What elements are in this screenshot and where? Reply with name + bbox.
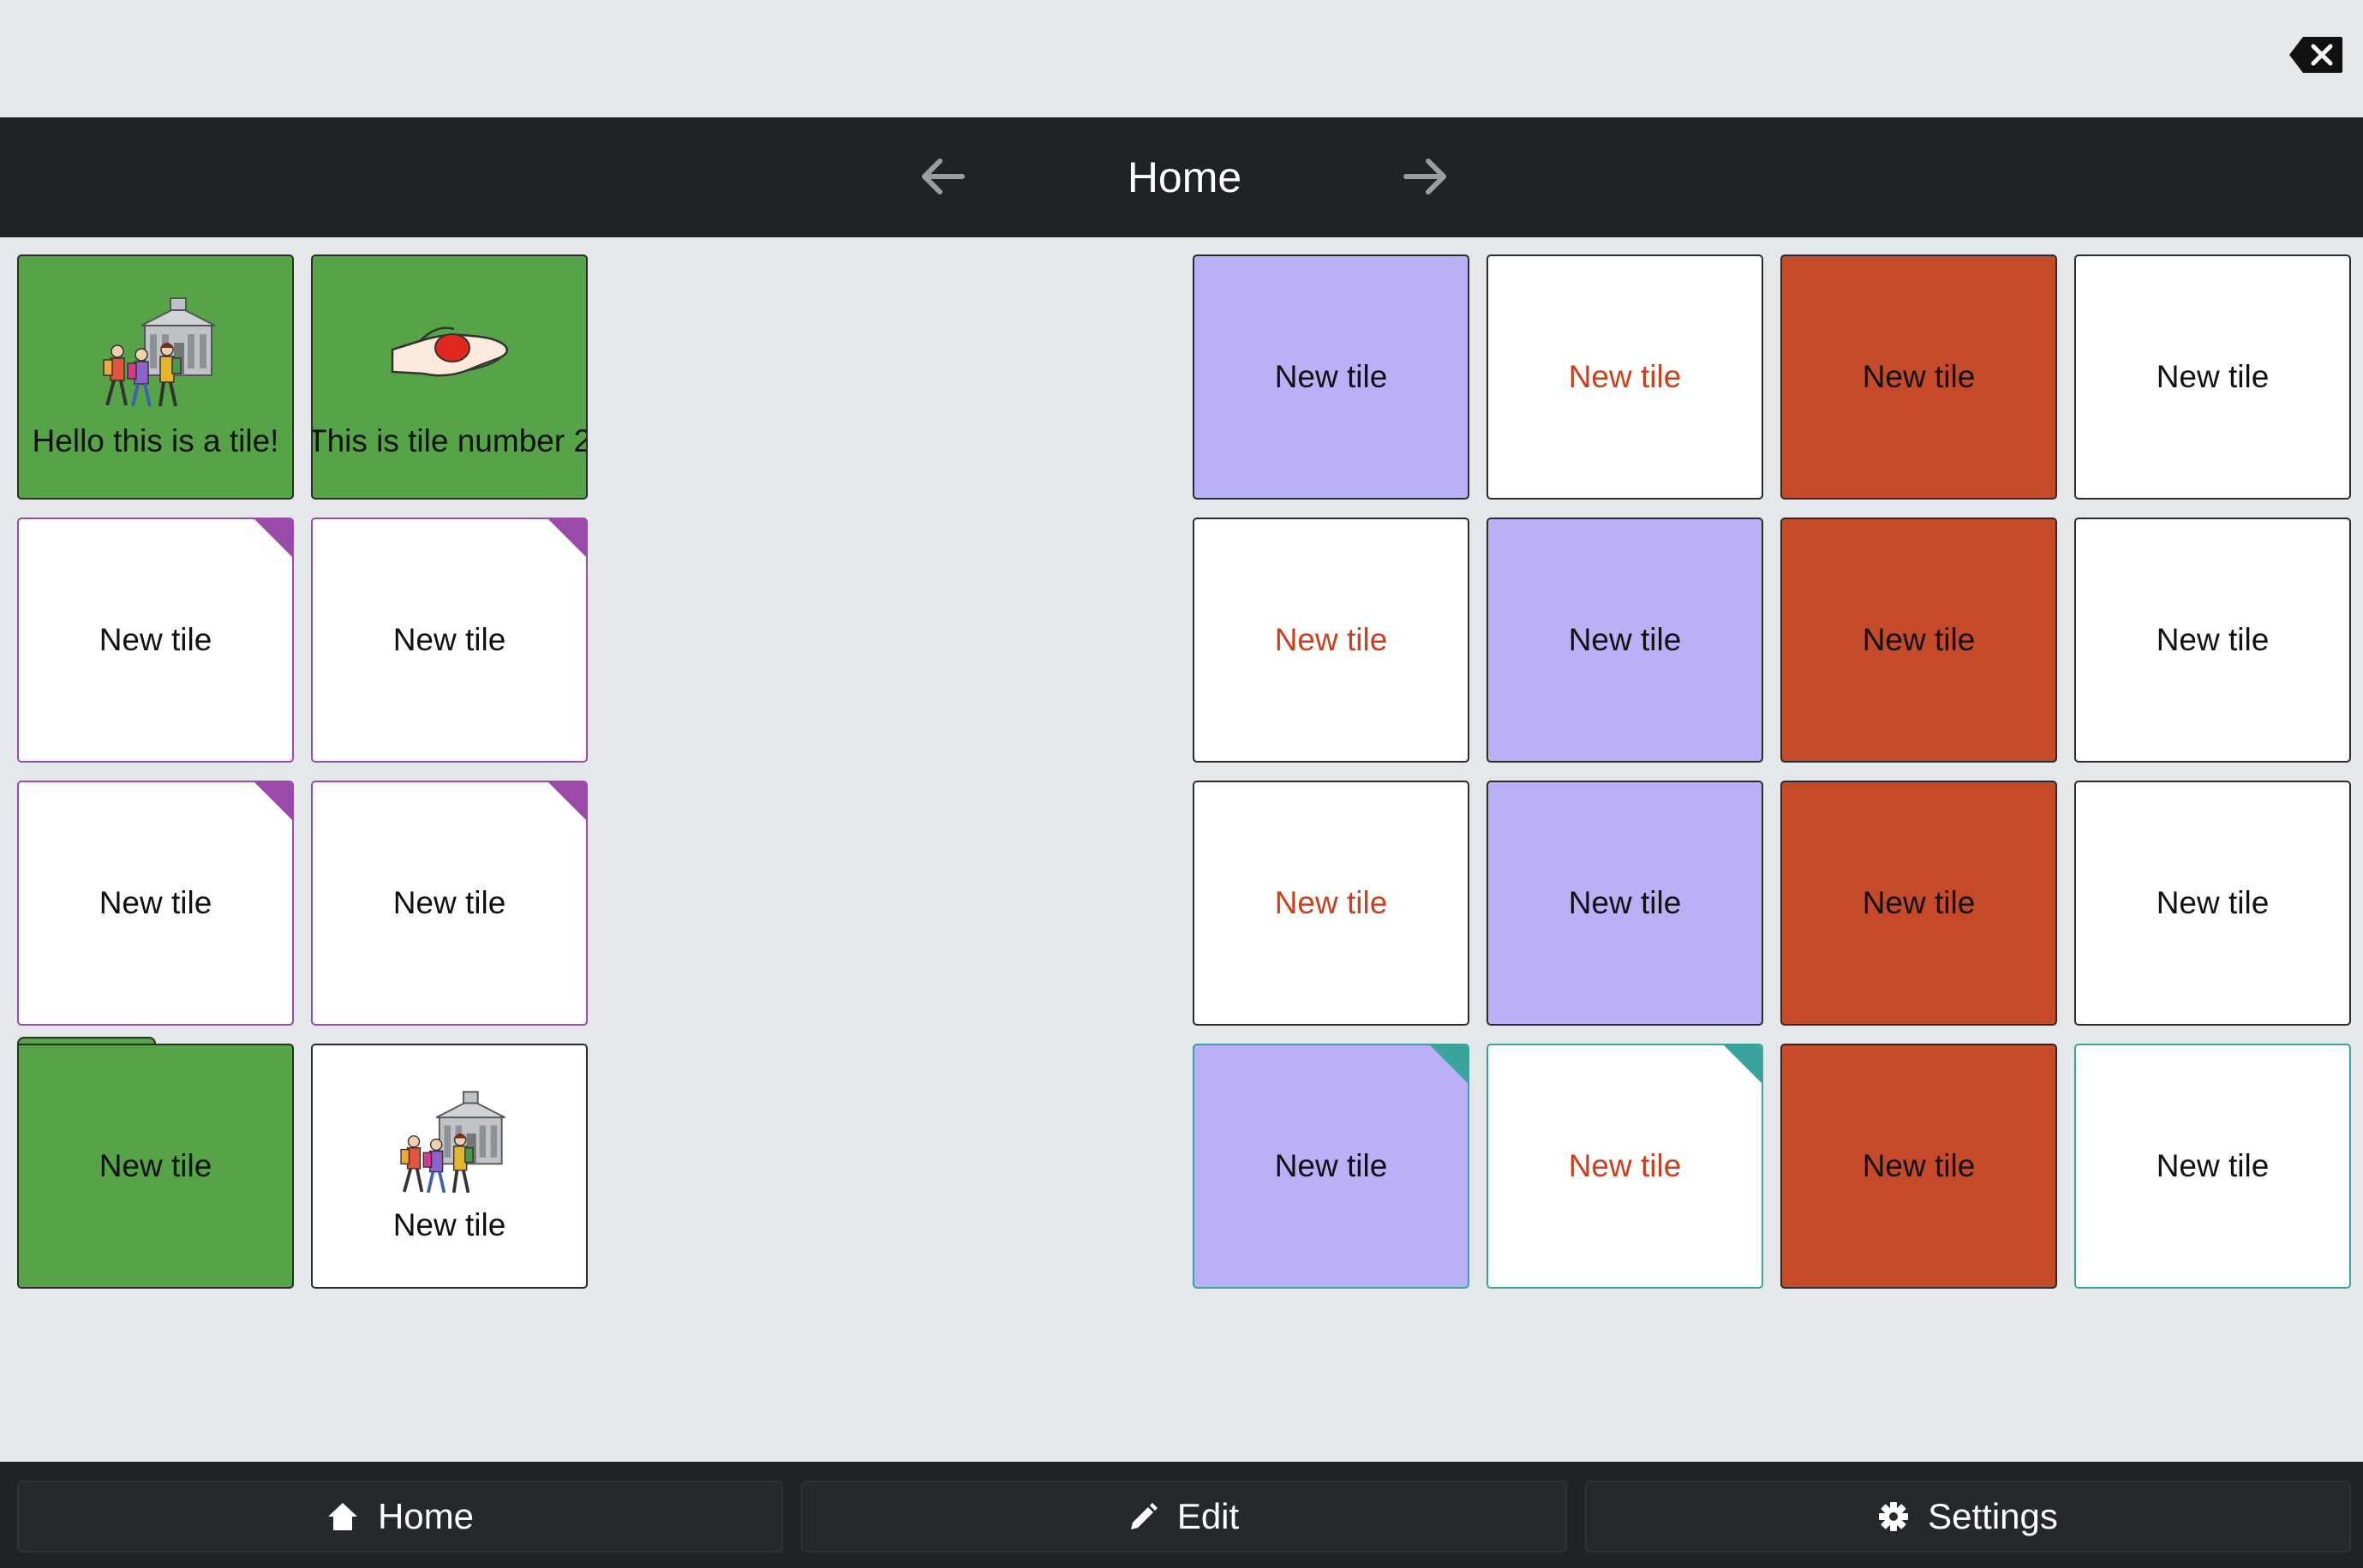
hand-giving-picture [391,326,508,377]
home-button-label: Home [377,1496,475,1536]
tile-label: Hello this is a tile! [32,423,279,458]
tile-right-14[interactable]: New tile [1487,1044,1763,1289]
tile-label: New tile [2156,1148,2270,1183]
tile-right-5[interactable]: New tile [1193,518,1469,763]
tile-corner-marker [1430,1045,1468,1083]
settings-button-label: Settings [1928,1496,2058,1536]
tile-label: New tile [392,1207,506,1242]
home-icon [327,1503,357,1530]
arrow-right-icon [1403,159,1446,195]
edit-button-label: Edit [1176,1496,1240,1536]
tile-label: New tile [1862,1148,1976,1183]
edit-button[interactable]: Edit [801,1481,1567,1553]
page-title: Home [1127,153,1242,201]
students-school-picture [101,296,217,408]
previous-page-button[interactable] [908,142,977,211]
tile-left-6[interactable]: New tile [311,781,588,1026]
tile-label: New tile [2156,885,2270,920]
tile-corner-marker [1724,1045,1762,1083]
tile-label: New tile [1568,885,1682,920]
tile-label: New tile [2156,359,2270,394]
students-school-picture [398,1090,506,1194]
tile-label: New tile [99,622,212,657]
tile-right-6[interactable]: New tile [1487,518,1763,763]
tile-right-12[interactable]: New tile [2074,781,2351,1026]
tile-label: This is tile number 2 [311,423,588,458]
tile-right-4[interactable]: New tile [2074,254,2351,500]
tile-right-16[interactable]: New tile [2074,1044,2351,1289]
tile-right-3[interactable]: New tile [1780,254,2057,500]
tile-label: New tile [2156,622,2270,657]
backspace-button[interactable] [2286,34,2346,75]
tile-left-8[interactable]: New tile [311,1044,588,1289]
tile-label: New tile [1274,359,1388,394]
tile-right-10[interactable]: New tile [1487,781,1763,1026]
arrow-left-icon [922,159,965,195]
gear-icon [1879,1502,1909,1531]
tile-label: New tile [99,1148,212,1183]
tile-label: New tile [1862,622,1976,657]
pencil-icon [1130,1503,1158,1529]
tile-label: New tile [99,885,212,920]
tile-left-2[interactable]: This is tile number 2 [311,254,588,500]
tile-folder[interactable]: New tile [17,1044,294,1289]
tile-right-7[interactable]: New tile [1780,518,2057,763]
tile-right-11[interactable]: New tile [1780,781,2057,1026]
tile-label: New tile [1862,359,1976,394]
tile-left-5[interactable]: New tile [17,781,294,1026]
tile-label: New tile [1862,885,1976,920]
home-button[interactable]: Home [17,1481,783,1553]
tile-left-4[interactable]: New tile [311,518,588,763]
tile-right-15[interactable]: New tile [1780,1044,2057,1289]
next-page-button[interactable] [1391,142,1460,211]
tile-corner-marker [548,519,586,557]
tile-right-9[interactable]: New tile [1193,781,1469,1026]
tile-label: New tile [1274,1148,1388,1183]
tile-label: New tile [1274,622,1388,657]
tile-right-1[interactable]: New tile [1193,254,1469,500]
tile-corner-marker [254,782,292,820]
tile-label: New tile [392,622,506,657]
tile-right-8[interactable]: New tile [2074,518,2351,763]
top-bar [0,0,2363,117]
tile-label: New tile [1568,359,1682,394]
tile-left-1[interactable]: Hello this is a tile! [17,254,294,500]
tile-label: New tile [392,885,506,920]
tile-corner-marker [548,782,586,820]
tile-label: New tile [1568,622,1682,657]
tile-label: New tile [1274,885,1388,920]
tile-left-3[interactable]: New tile [17,518,294,763]
settings-button[interactable]: Settings [1585,1481,2351,1553]
tile-right-13[interactable]: New tile [1193,1044,1469,1289]
tile-label: New tile [1568,1148,1682,1183]
backspace-icon [2289,37,2342,73]
tile-corner-marker [254,519,292,557]
tile-right-2[interactable]: New tile [1487,254,1763,500]
